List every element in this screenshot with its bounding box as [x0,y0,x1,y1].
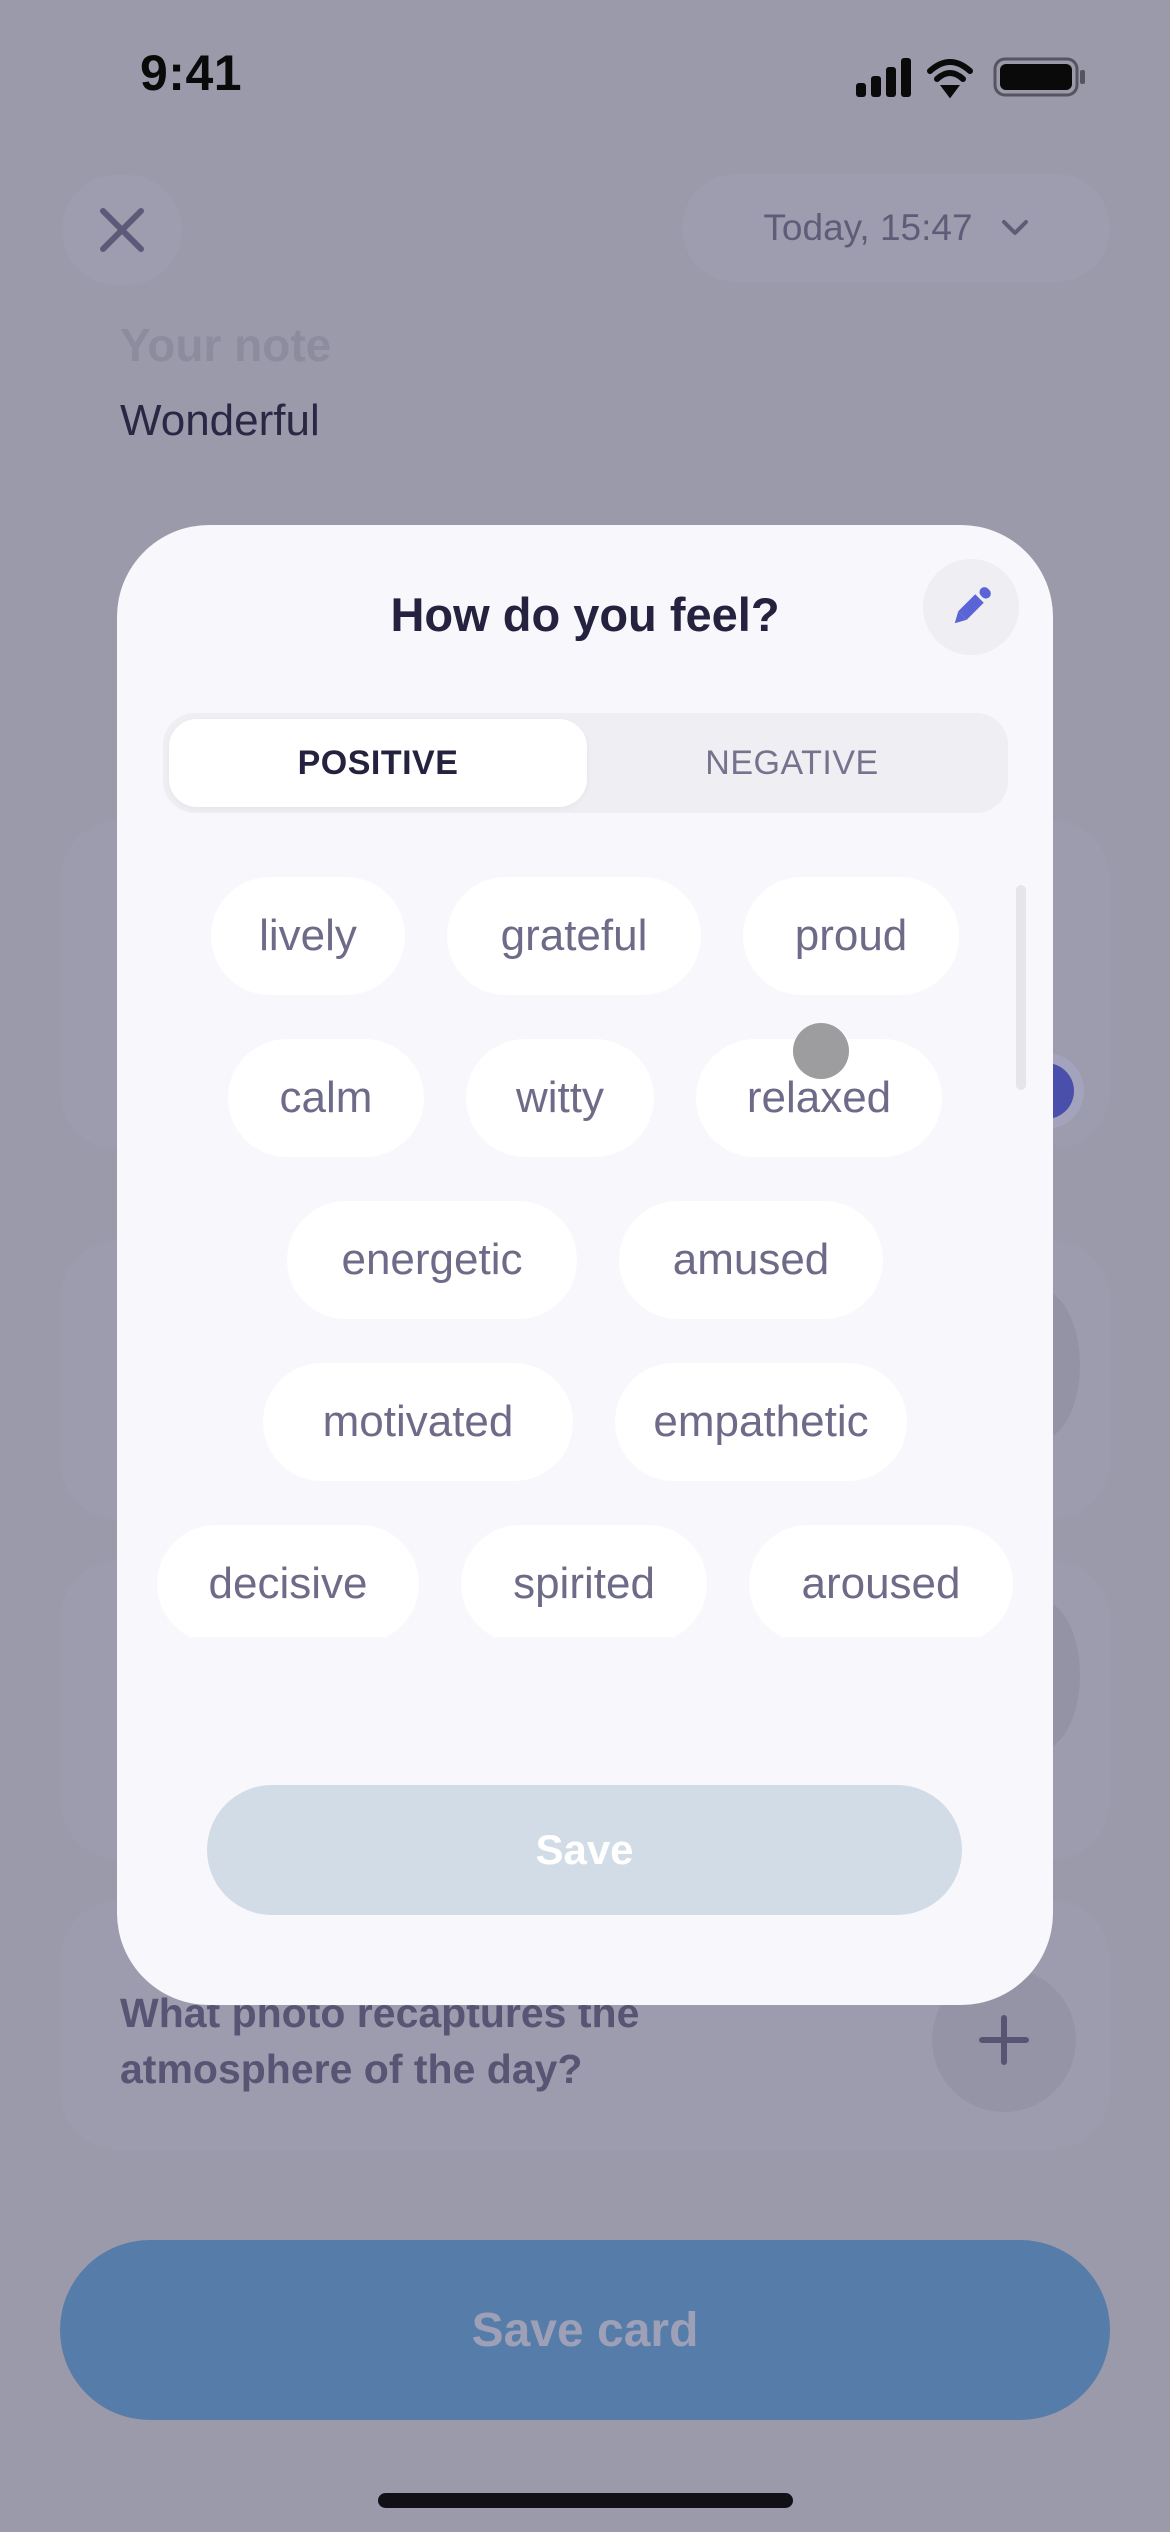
pencil-icon [954,587,991,624]
chip-energetic[interactable]: energetic [287,1201,577,1319]
status-icons [850,55,1095,99]
chip-witty[interactable]: witty [466,1039,654,1157]
tab-negative[interactable]: NEGATIVE [583,719,1001,807]
modal-title: How do you feel? [390,588,780,641]
home-indicator [378,2493,793,2508]
save-card-button[interactable]: Save card [60,2240,1110,2420]
status-time: 9:41 [140,45,243,101]
chip-aroused[interactable]: aroused [749,1525,1013,1637]
tab-positive[interactable]: POSITIVE [169,719,587,807]
scrollbar[interactable] [1016,885,1026,1090]
chip-calm[interactable]: calm [228,1039,424,1157]
save-button[interactable]: Save [207,1785,962,1915]
plus-icon [979,2015,1029,2065]
chip-spirited[interactable]: spirited [461,1525,707,1637]
feelings-modal: How do you feel? POSITIVE NEGATIVE livel… [117,525,1053,2005]
chip-row: lively grateful proud [117,877,1053,995]
touch-indicator [793,1023,849,1079]
chevron-down-icon [1001,220,1028,235]
chip-row: motivated empathetic [117,1363,1053,1481]
battery-icon [993,57,1085,97]
chip-motivated[interactable]: motivated [263,1363,573,1481]
date-selector[interactable]: Today, 15:47 [682,174,1110,282]
chip-lively[interactable]: lively [211,877,405,995]
close-icon [100,208,144,252]
edit-button[interactable] [923,559,1019,655]
feelings-list[interactable]: lively grateful proud calm witty relaxed… [117,857,1053,1637]
wifi-icon [927,59,973,99]
feeling-type-toggle: POSITIVE NEGATIVE [163,713,1008,813]
chip-grateful[interactable]: grateful [447,877,701,995]
close-button[interactable] [62,175,182,285]
chip-amused[interactable]: amused [619,1201,883,1319]
chip-decisive[interactable]: decisive [157,1525,419,1637]
chip-proud[interactable]: proud [743,877,959,995]
date-label: Today, 15:47 [763,207,973,248]
cellular-signal-icon [856,58,911,97]
chip-row: energetic amused [117,1201,1053,1319]
note-input[interactable]: Wonderful [120,396,320,446]
chip-row: calm witty relaxed [117,1039,1053,1157]
chip-row: decisive spirited aroused [117,1525,1053,1637]
note-label: Your note [120,319,332,371]
chip-empathetic[interactable]: empathetic [615,1363,907,1481]
